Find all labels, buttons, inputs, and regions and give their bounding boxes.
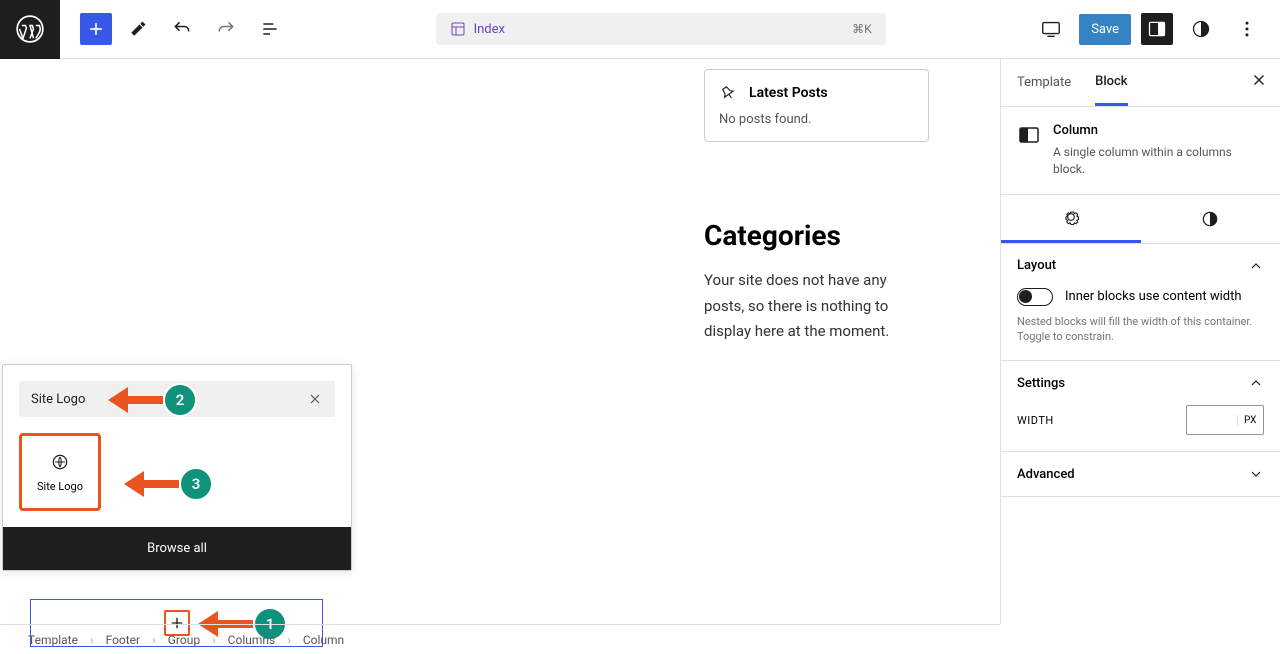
chevron-up-icon	[1248, 258, 1264, 274]
add-block-button[interactable]	[80, 13, 112, 45]
latest-posts-title: Latest Posts	[749, 85, 828, 101]
latest-posts-body: No posts found.	[719, 112, 914, 127]
header-tools-left	[60, 11, 288, 47]
inserter-result-site-logo[interactable]: Site Logo	[19, 433, 101, 511]
chevron-right-icon: ›	[90, 633, 94, 647]
close-sidebar-icon[interactable]	[1250, 71, 1268, 93]
breadcrumb-item[interactable]: Template	[28, 633, 78, 647]
annotation-3: 3	[124, 467, 213, 501]
list-view-icon[interactable]	[252, 11, 288, 47]
template-icon	[450, 21, 466, 37]
template-selector[interactable]: Index ⌘K	[436, 13, 886, 45]
main-layout: Latest Posts No posts found. Categories …	[0, 59, 1280, 624]
settings-section: Settings WIDTH PX	[1001, 361, 1280, 452]
template-name: Index	[474, 22, 505, 37]
width-unit[interactable]: PX	[1237, 415, 1262, 426]
kbd-shortcut: ⌘K	[852, 22, 872, 36]
editor-canvas[interactable]: Latest Posts No posts found. Categories …	[0, 59, 1000, 624]
subtab-settings[interactable]	[1001, 195, 1141, 243]
layout-section-toggle[interactable]: Layout	[1001, 244, 1280, 288]
annotation-2: 2	[108, 383, 197, 417]
advanced-section-title: Advanced	[1017, 467, 1075, 482]
annotation-badge: 3	[179, 467, 213, 501]
block-description: A single column within a columns block.	[1053, 144, 1264, 178]
top-header: Index ⌘K Save	[0, 0, 1280, 59]
layout-section-title: Layout	[1017, 258, 1056, 273]
styles-icon	[1200, 209, 1220, 229]
latest-posts-block[interactable]: Latest Posts No posts found.	[704, 69, 929, 142]
tab-block[interactable]: Block	[1095, 60, 1127, 106]
settings-sidebar: Template Block Column A single column wi…	[1000, 59, 1280, 624]
sidebar-tabs: Template Block	[1001, 59, 1280, 107]
layout-section: Layout Inner blocks use content width Ne…	[1001, 244, 1280, 362]
clear-search-icon[interactable]	[303, 387, 327, 411]
gear-icon	[1061, 207, 1081, 227]
styles-icon[interactable]	[1183, 11, 1219, 47]
tab-template[interactable]: Template	[1017, 61, 1071, 104]
breadcrumb-item[interactable]: Footer	[106, 633, 141, 647]
chevron-up-icon	[1248, 375, 1264, 391]
arrow-icon	[108, 391, 163, 409]
chevron-down-icon	[1248, 466, 1264, 482]
subtab-styles[interactable]	[1141, 195, 1280, 243]
site-logo-icon	[50, 452, 70, 472]
width-input[interactable]: PX	[1186, 405, 1264, 435]
wordpress-logo[interactable]	[0, 0, 60, 59]
browse-all-button[interactable]: Browse all	[3, 527, 351, 570]
block-title: Column	[1053, 123, 1264, 138]
annotation-badge: 2	[163, 383, 197, 417]
categories-block[interactable]: Categories Your site does not have any p…	[704, 219, 924, 345]
inserter-result-label: Site Logo	[37, 480, 83, 493]
edit-tool-icon[interactable]	[120, 11, 156, 47]
breadcrumb-item[interactable]: Column	[303, 633, 344, 647]
save-button[interactable]: Save	[1079, 14, 1131, 45]
more-options-icon[interactable]	[1229, 11, 1265, 47]
settings-section-title: Settings	[1017, 376, 1065, 391]
redo-icon[interactable]	[208, 11, 244, 47]
width-label: WIDTH	[1017, 414, 1054, 427]
pin-icon	[719, 84, 737, 102]
content-width-toggle[interactable]	[1017, 288, 1053, 306]
chevron-right-icon: ›	[152, 633, 156, 647]
inspector-subtabs	[1001, 194, 1280, 244]
categories-body: Your site does not have any posts, so th…	[704, 268, 924, 345]
column-block-icon	[1017, 123, 1041, 147]
toggle-label: Inner blocks use content width	[1065, 289, 1242, 304]
layout-help-text: Nested blocks will fill the width of thi…	[1017, 314, 1264, 345]
categories-heading: Categories	[704, 219, 924, 252]
chevron-right-icon: ›	[212, 633, 216, 647]
breadcrumb-item[interactable]: Group	[168, 633, 200, 647]
undo-icon[interactable]	[164, 11, 200, 47]
settings-section-toggle[interactable]: Settings	[1001, 361, 1280, 405]
chevron-right-icon: ›	[287, 633, 291, 647]
width-value-field[interactable]	[1187, 413, 1237, 428]
block-breadcrumb: Template › Footer › Group › Columns › Column	[0, 624, 1000, 654]
responsive-view-icon[interactable]	[1033, 11, 1069, 47]
block-info: Column A single column within a columns …	[1001, 107, 1280, 194]
advanced-section: Advanced	[1001, 452, 1280, 497]
header-tools-right: Save	[1033, 11, 1280, 47]
arrow-icon	[124, 475, 179, 493]
breadcrumb-item[interactable]: Columns	[228, 633, 276, 647]
settings-sidebar-toggle[interactable]	[1141, 13, 1173, 45]
advanced-section-toggle[interactable]: Advanced	[1001, 452, 1280, 496]
